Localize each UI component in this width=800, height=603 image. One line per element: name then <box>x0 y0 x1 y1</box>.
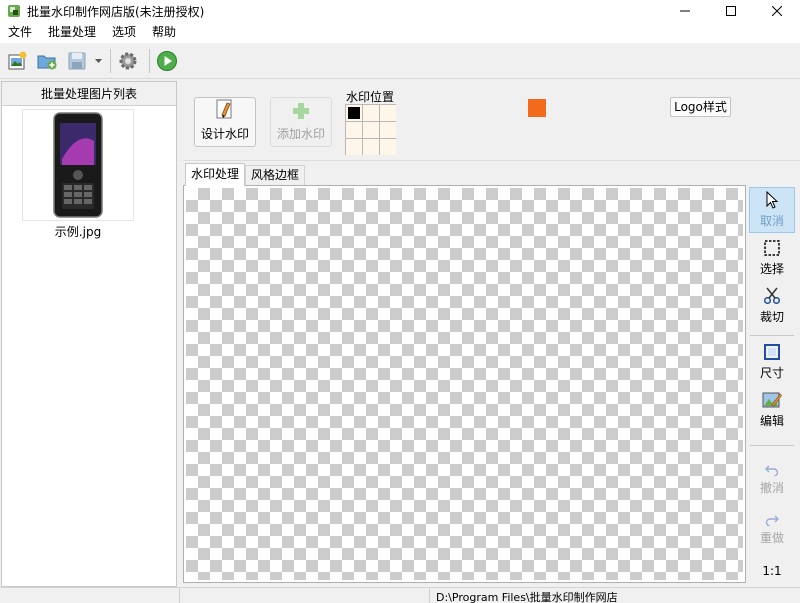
title-bar: 批量水印制作网店版(未注册授权) <box>0 0 800 22</box>
undo-button[interactable]: 撤消 <box>749 457 795 503</box>
close-button[interactable] <box>754 0 800 22</box>
panel-splitter[interactable] <box>178 81 182 587</box>
scissors-icon <box>763 287 781 305</box>
tab-watermark[interactable]: 水印处理 <box>185 163 246 186</box>
crop-tool-label: 裁切 <box>759 310 784 324</box>
resize-tool-button[interactable]: 尺寸 <box>749 339 795 385</box>
crop-tool-button[interactable]: 裁切 <box>749 283 795 329</box>
image-list-panel: 批量处理图片列表 示例.jpg <box>1 81 177 587</box>
tab-border-style[interactable]: 风格边框 <box>245 165 306 185</box>
position-bottom-right[interactable] <box>380 139 396 155</box>
add-watermark-label: 添加水印 <box>276 127 325 141</box>
position-top-left[interactable] <box>346 105 362 121</box>
edit-tool-button[interactable]: 编辑 <box>749 387 795 433</box>
minimize-button[interactable] <box>662 0 708 22</box>
menu-file[interactable]: 文件 <box>0 22 40 43</box>
design-watermark-button[interactable]: 设计水印 <box>194 97 256 147</box>
cancel-tool-button[interactable]: 取消 <box>749 187 795 233</box>
maximize-button[interactable] <box>708 0 754 22</box>
status-cell <box>180 588 430 603</box>
close-icon <box>772 6 782 16</box>
watermark-position-label: 水印位置 <box>346 90 395 104</box>
watermark-color-swatch[interactable] <box>528 99 546 117</box>
image-list-header: 批量处理图片列表 <box>2 82 176 106</box>
undo-label: 撤消 <box>759 481 784 495</box>
minimize-icon <box>680 10 690 12</box>
resize-tool-label: 尺寸 <box>759 366 784 380</box>
watermark-position-grid <box>345 104 396 155</box>
new-image-icon <box>8 51 27 70</box>
marquee-icon <box>764 240 780 256</box>
phone-image-icon <box>53 112 103 218</box>
position-bottom-center[interactable] <box>363 139 379 155</box>
image-canvas[interactable] <box>186 188 743 580</box>
menu-help[interactable]: 帮助 <box>144 22 184 43</box>
save-icon <box>68 52 86 70</box>
image-thumbnail[interactable] <box>22 109 134 221</box>
logo-style-button[interactable]: Logo样式 <box>670 97 731 117</box>
new-image-button[interactable] <box>4 48 30 74</box>
redo-icon <box>765 515 779 526</box>
status-path: D:\Program Files\批量水印制作网店 <box>436 591 618 603</box>
add-folder-icon <box>37 55 57 70</box>
start-batch-button[interactable] <box>154 48 180 74</box>
pen-design-icon <box>216 99 232 119</box>
position-center[interactable] <box>363 122 379 138</box>
app-icon <box>8 5 20 17</box>
settings-button[interactable] <box>115 48 141 74</box>
redo-label: 重做 <box>759 531 784 545</box>
toolbar-separator <box>110 49 111 73</box>
edit-tool-label: 编辑 <box>759 414 784 428</box>
edit-image-icon <box>762 392 782 408</box>
watermark-control-panel: 设计水印 添加水印 水印位置 Logo样式 <box>183 81 800 161</box>
redo-button[interactable]: 重做 <box>749 507 795 553</box>
save-dropdown-button[interactable] <box>94 48 102 74</box>
open-folder-button[interactable] <box>34 48 60 74</box>
menu-batch[interactable]: 批量处理 <box>40 22 104 43</box>
editor-tabs: 水印处理 风格边框 <box>183 163 800 186</box>
maximize-icon <box>726 6 736 16</box>
position-middle-left[interactable] <box>346 122 362 138</box>
select-tool-label: 选择 <box>759 262 784 276</box>
position-middle-right[interactable] <box>380 122 396 138</box>
undo-icon <box>765 465 779 476</box>
toolbar-separator <box>149 49 150 73</box>
position-top-right[interactable] <box>380 105 396 121</box>
add-watermark-button[interactable]: 添加水印 <box>270 97 332 147</box>
resize-icon <box>764 344 780 360</box>
chevron-down-icon <box>94 59 102 63</box>
menu-bar: 文件 批量处理 选项 帮助 <box>0 22 800 43</box>
window-title: 批量水印制作网店版(未注册授权) <box>27 4 205 19</box>
tool-palette: 取消 选择 裁切 尺寸 编辑 撤消 重做 1:1 <box>748 185 796 585</box>
plus-icon <box>293 103 309 119</box>
menu-options[interactable]: 选项 <box>104 22 144 43</box>
play-icon <box>157 51 177 71</box>
save-button[interactable] <box>64 48 90 74</box>
image-filename: 示例.jpg <box>54 225 102 239</box>
status-cell <box>0 588 180 603</box>
position-bottom-left[interactable] <box>346 139 362 155</box>
tool-separator <box>750 335 794 336</box>
gear-icon <box>119 52 137 70</box>
select-tool-button[interactable]: 选择 <box>749 235 795 281</box>
canvas-frame <box>183 185 746 583</box>
position-top-center[interactable] <box>363 105 379 121</box>
cursor-icon <box>766 191 779 209</box>
status-bar: D:\Program Files\批量水印制作网店 <box>0 587 800 603</box>
design-watermark-label: 设计水印 <box>200 127 249 141</box>
zoom-level: 1:1 <box>762 564 782 578</box>
cancel-tool-label: 取消 <box>759 214 784 228</box>
tool-separator <box>750 445 794 446</box>
toolbar <box>0 44 800 79</box>
